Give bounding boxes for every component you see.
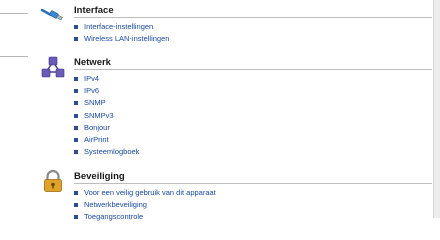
- link-veilig-gebruik[interactable]: Voor een veilig gebruik van dit apparaat: [74, 187, 216, 199]
- netwerk-link-list: IPv4 IPv6 SNMP SNMPv3 Bonjour AirPrint S…: [74, 73, 139, 158]
- section-title-netwerk: Netwerk: [74, 57, 111, 68]
- left-navigation-pane: [0, 0, 28, 218]
- bullet-icon: [74, 37, 78, 42]
- bullet-icon: [74, 77, 78, 81]
- link-netwerkbeveiliging[interactable]: Netwerkbeveiliging: [74, 199, 216, 211]
- link-label: Interface-instellingen: [84, 22, 154, 31]
- link-label: Systeemlogboek: [84, 147, 140, 157]
- link-interface-instellingen[interactable]: Interface-instellingen: [74, 21, 169, 33]
- link-airprint[interactable]: AirPrint: [74, 134, 139, 146]
- left-pane-divider: [0, 13, 28, 14]
- cable-icon: [40, 2, 66, 28]
- link-label: Wireless LAN-instellingen: [84, 34, 170, 44]
- link-label: Toegangscontrole: [84, 212, 144, 222]
- link-snmpv3[interactable]: SNMPv3: [74, 110, 139, 122]
- section-title-beveiliging: Beveiliging: [74, 171, 125, 182]
- link-wireless-lan-instellingen[interactable]: Wireless LAN-instellingen: [74, 33, 169, 45]
- link-label: AirPrint: [84, 134, 109, 144]
- link-label: SNMPv3: [84, 110, 114, 120]
- link-label: Voor een veilig gebruik van dit apparaat: [84, 188, 216, 197]
- link-systeemlogboek[interactable]: Systeemlogboek: [74, 146, 139, 158]
- link-snmp[interactable]: SNMP: [74, 97, 139, 109]
- bullet-icon: [74, 215, 78, 220]
- interface-link-list: Interface-instellingen Wireless LAN-inst…: [74, 21, 169, 45]
- scrollbar[interactable]: [433, 0, 440, 218]
- link-bonjour[interactable]: Bonjour: [74, 122, 139, 134]
- bullet-icon: [74, 191, 78, 195]
- bullet-icon: [74, 125, 78, 130]
- section-rule: [74, 17, 432, 18]
- left-pane-divider: [0, 56, 28, 57]
- section-rule: [74, 183, 432, 184]
- section-title-interface: Interface: [74, 5, 114, 16]
- bullet-icon: [74, 137, 78, 142]
- link-label: SNMP: [84, 98, 106, 108]
- padlock-icon: [40, 168, 66, 194]
- beveiliging-link-list: Voor een veilig gebruik van dit apparaat…: [74, 187, 216, 224]
- link-label: Netwerkbeveiliging: [84, 200, 147, 210]
- link-label: IPv4: [84, 74, 100, 83]
- bullet-icon: [74, 203, 78, 208]
- bullet-icon: [74, 150, 78, 155]
- link-label: Bonjour: [84, 122, 110, 132]
- section-rule: [74, 69, 432, 70]
- bullet-icon: [74, 25, 78, 29]
- network-icon: [40, 54, 66, 80]
- link-toegangscontrole[interactable]: Toegangscontrole: [74, 211, 216, 223]
- bullet-icon: [74, 113, 78, 118]
- link-label: IPv6: [84, 86, 100, 96]
- bullet-icon: [74, 89, 78, 94]
- link-ipv6[interactable]: IPv6: [74, 85, 139, 97]
- link-ipv4[interactable]: IPv4: [74, 73, 139, 85]
- bullet-icon: [74, 101, 78, 106]
